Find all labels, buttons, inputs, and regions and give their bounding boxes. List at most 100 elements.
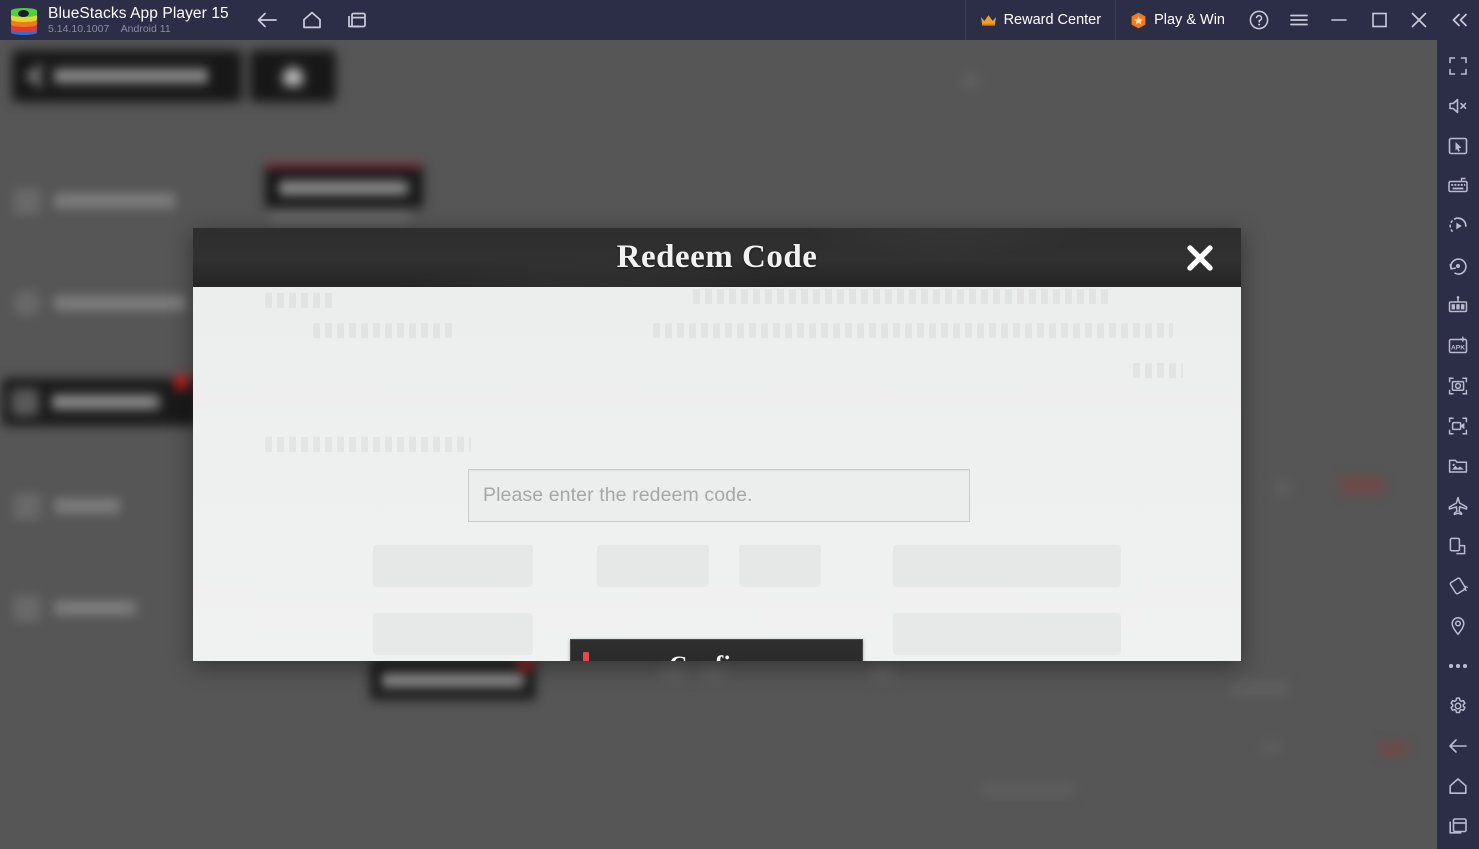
dialog-background-ghost [373,613,533,655]
recent-apps-icon[interactable] [1437,806,1479,846]
more-dots-glyph [1449,664,1467,668]
app-subtitle: 5.14.10.1007 Android 11 [48,23,229,36]
play-and-win-label: Play & Win [1154,12,1225,28]
background-decoration [700,660,726,682]
location-pin-icon[interactable] [1437,606,1479,646]
background-bottom-button [370,655,536,700]
dialog-background-ghost [373,545,533,587]
background-decoration [1380,742,1408,756]
background-decoration [660,660,686,682]
app-title: BlueStacks App Player 15 [48,4,229,22]
dialog-background-ghost [1133,363,1183,378]
app-title-block: BlueStacks App Player 15 5.14.10.1007 An… [48,5,229,36]
keyboard-icon[interactable] [1437,166,1479,206]
background-panel-header [12,50,242,102]
multi-instance-manager-icon[interactable] [1437,286,1479,326]
background-menu-label [54,395,158,409]
background-menu-label [56,296,186,310]
dialog-background-ghost [597,545,709,587]
background-decoration [960,70,982,92]
background-tab-label [281,180,407,195]
dialog-background-ghost [265,437,471,452]
shake-tilt-icon[interactable] [1437,566,1479,606]
macro-play-icon[interactable] [1437,206,1479,246]
svg-text:APK: APK [1451,344,1465,351]
dialog-background-ghost [313,323,453,338]
mute-speaker-icon[interactable] [1437,86,1479,126]
background-menu-item [14,488,214,524]
window-controls [1239,0,1479,40]
background-decoration [1272,480,1292,496]
background-decoration [1260,740,1282,754]
background-menu-icon [14,596,40,620]
screen-record-icon[interactable] [1437,406,1479,446]
minimize-icon[interactable] [1319,0,1359,40]
media-gallery-icon[interactable] [1437,446,1479,486]
dialog-header: Redeem Code [193,228,1241,287]
background-home-button [250,50,336,102]
titlebar: BlueStacks App Player 15 5.14.10.1007 An… [0,0,1479,40]
background-back-arrow-icon [26,66,46,86]
background-menu-label [56,601,136,615]
dialog-background-ghost [265,293,337,308]
fullscreen-icon[interactable] [1437,46,1479,86]
background-menu-item [14,285,214,321]
bluestacks-logo-icon [9,5,39,35]
dialog-background-ghost [693,289,1113,304]
bluestacks-sidebar: APK [1437,40,1479,849]
background-menu-icon [14,494,40,518]
background-decoration [980,782,1076,798]
dialog-title: Redeem Code [616,239,818,275]
device-phone-icon[interactable] [1437,526,1479,566]
help-circle-icon[interactable] [1239,0,1279,40]
background-menu-item-active [2,374,198,426]
settings-gear-icon[interactable] [1437,686,1479,726]
redeem-code-dialog: Redeem Code Please enter the redeem code… [193,228,1241,661]
background-home-icon [280,66,306,86]
close-x-icon[interactable] [1183,242,1217,274]
confirm-button[interactable]: Confirm [570,639,863,661]
reward-center-button[interactable]: Reward Center [964,0,1116,40]
background-decoration [870,660,896,682]
multi-window-icon[interactable] [344,7,370,33]
rotate-icon[interactable] [1437,246,1479,286]
apk-install-icon[interactable]: APK [1437,326,1479,366]
app-version: 5.14.10.1007 [48,22,110,35]
background-notification-badge [174,374,190,390]
maximize-icon[interactable] [1359,0,1399,40]
home-icon[interactable] [299,7,325,33]
background-menu-label [56,194,174,208]
cursor-pointer-icon[interactable] [1437,126,1479,166]
hex-star-badge-icon [1130,12,1147,29]
sidebar-back-arrow-icon[interactable] [1437,726,1479,766]
airplane-eco-icon[interactable] [1437,486,1479,526]
background-menu-item [14,590,214,626]
confirm-button-label: Confirm [669,652,763,662]
close-icon[interactable] [1399,0,1439,40]
play-and-win-button[interactable]: Play & Win [1115,0,1239,40]
dialog-body: Please enter the redeem code. Confirm [193,287,1241,661]
screenshot-camera-icon[interactable] [1437,366,1479,406]
background-menu-icon [12,390,38,414]
hamburger-menu-icon[interactable] [1279,0,1319,40]
background-panel-title [56,69,206,83]
reward-center-label: Reward Center [1003,12,1102,28]
background-decoration [1230,680,1290,698]
back-arrow-icon[interactable] [254,7,280,33]
background-decoration [1340,476,1384,494]
background-tab-underline [272,210,408,222]
redeem-code-input[interactable]: Please enter the redeem code. [468,469,970,522]
dialog-background-ghost [893,613,1121,655]
sidebar-home-icon[interactable] [1437,766,1479,806]
titlebar-nav [254,7,370,33]
dialog-background-ghost [893,545,1121,587]
background-menu-item [14,183,214,219]
collapse-chevrons-icon[interactable] [1439,0,1479,40]
background-menu-icon [14,291,40,315]
crown-icon [980,14,997,27]
android-version: Android 11 [120,22,171,35]
dialog-background-ghost [739,545,821,587]
background-menu-icon [14,189,40,213]
background-menu-label [56,499,122,513]
more-dots-icon[interactable] [1437,646,1479,686]
